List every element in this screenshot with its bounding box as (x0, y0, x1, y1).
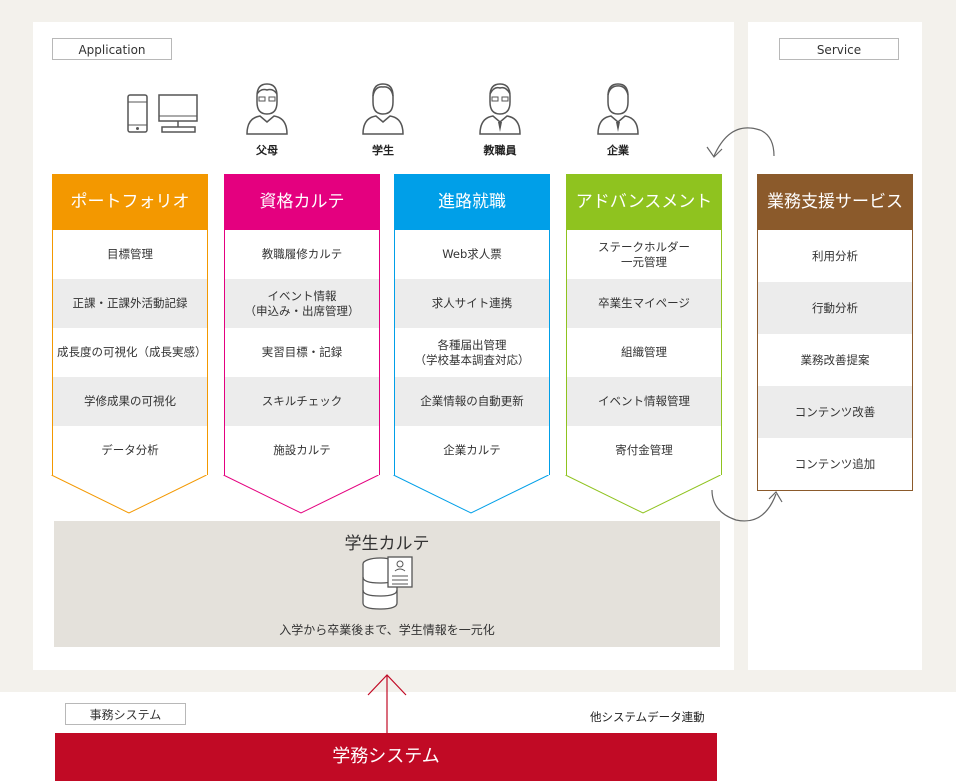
list-item: 実習目標・記録 (261, 345, 343, 359)
link-label: 他システムデータ連動 (590, 710, 705, 724)
column-title: 業務支援サービス (757, 174, 913, 230)
company-icon (597, 83, 639, 135)
column-shikaku: 資格カルテ 教職履修カルテ イベント情報 （申込み・出席管理） 実習目標・記録 … (223, 174, 380, 515)
database-icon (362, 556, 413, 610)
column-body: 教職履修カルテ イベント情報 （申込み・出席管理） 実習目標・記録 スキルチェッ… (224, 230, 380, 475)
list-item: 組織管理 (621, 345, 667, 359)
list-item: 業務改善提案 (800, 352, 870, 367)
jimu-system-tag: 事務システム (65, 703, 186, 725)
gakumu-system-bar: 学務システム (55, 733, 717, 781)
list-item: 各種届出管理 （学校基本調査対応） (414, 337, 530, 367)
faculty-icon (479, 83, 521, 135)
column-title: アドバンスメント (566, 174, 722, 230)
list-item: 成長度の可視化（成長実感） (57, 345, 207, 359)
student-icon (362, 83, 404, 135)
user-label: 教職員 (483, 144, 517, 157)
student-karte: 学生カルテ 入学から卒業後まで、学生情報を一元化 (54, 521, 720, 647)
column-service: 業務支援サービス 利用分析 行動分析 業務改善提案 コンテンツ改善 コンテンツ追… (757, 174, 913, 491)
cycle-arrow-top-icon (706, 127, 775, 158)
list-item: 求人サイト連携 (395, 279, 549, 328)
column-body: 利用分析 行動分析 業務改善提案 コンテンツ改善 コンテンツ追加 (757, 230, 913, 491)
user-label: 企業 (607, 144, 629, 157)
application-tag: Application (52, 38, 172, 60)
list-item: イベント情報 （申込み・出席管理） (225, 279, 379, 328)
user-label: 学生 (372, 144, 394, 157)
user-faculty: 教職員 (465, 80, 535, 158)
parent-icon (246, 83, 288, 135)
list-item: コンテンツ改善 (758, 386, 912, 438)
user-parent: 父母 (232, 80, 302, 158)
user-student: 学生 (348, 80, 418, 158)
list-item: 企業カルテ (443, 443, 501, 457)
chevron-down-icon (565, 475, 721, 514)
list-item: データ分析 (101, 443, 159, 457)
chevron-down-icon (223, 475, 379, 514)
list-item: 学修成果の可視化 (53, 377, 207, 426)
list-item: 卒業生マイページ (567, 279, 721, 328)
devices-icon (124, 92, 200, 140)
chevron-down-icon (393, 475, 549, 514)
list-item: イベント情報管理 (567, 377, 721, 426)
column-title: ポートフォリオ (52, 174, 208, 230)
list-item: スキルチェック (225, 377, 379, 426)
list-item: 目標管理 (107, 247, 153, 261)
list-item: 正課・正課外活動記録 (53, 279, 207, 328)
chevron-down-icon (51, 475, 207, 514)
list-item: 施設カルテ (273, 443, 331, 457)
arrow-up-icon (367, 674, 407, 735)
column-title: 進路就職 (394, 174, 550, 230)
list-item: Web求人票 (442, 247, 502, 261)
user-company: 企業 (583, 80, 653, 158)
column-shinro: 進路就職 Web求人票 求人サイト連携 各種届出管理 （学校基本調査対応） 企業… (393, 174, 550, 515)
column-portfolio: ポートフォリオ 目標管理 正課・正課外活動記録 成長度の可視化（成長実感） 学修… (51, 174, 208, 515)
list-item: 教職履修カルテ (261, 247, 343, 261)
list-item: 企業情報の自動更新 (395, 377, 549, 426)
column-body: Web求人票 求人サイト連携 各種届出管理 （学校基本調査対応） 企業情報の自動… (394, 230, 550, 475)
column-advancement: アドバンスメント ステークホルダー 一元管理 卒業生マイページ 組織管理 イベン… (565, 174, 722, 515)
list-item: ステークホルダー 一元管理 (598, 239, 690, 269)
karte-subtitle: 入学から卒業後まで、学生情報を一元化 (279, 623, 495, 637)
list-item: 行動分析 (758, 282, 912, 334)
column-body: 目標管理 正課・正課外活動記録 成長度の可視化（成長実感） 学修成果の可視化 デ… (52, 230, 208, 475)
user-label: 父母 (256, 144, 278, 157)
karte-title: 学生カルテ (344, 534, 430, 554)
list-item: 寄付金管理 (615, 443, 673, 457)
column-body: ステークホルダー 一元管理 卒業生マイページ 組織管理 イベント情報管理 寄付金… (566, 230, 722, 475)
column-title: 資格カルテ (224, 174, 380, 230)
service-tag: Service (779, 38, 899, 60)
list-item: 利用分析 (812, 248, 858, 263)
